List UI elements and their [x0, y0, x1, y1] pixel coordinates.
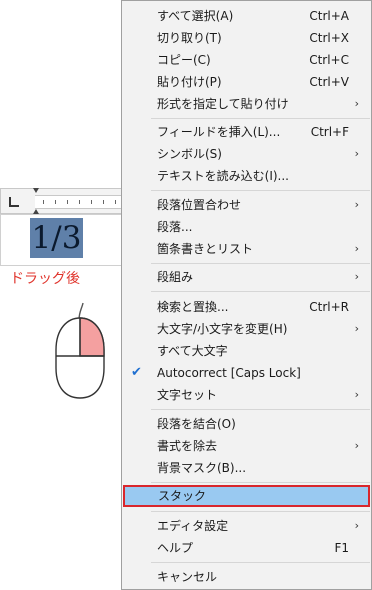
menu-item-label: すべて大文字 — [157, 344, 228, 358]
menu-item-columns[interactable]: 段組み › — [122, 266, 371, 288]
ruler — [0, 188, 123, 214]
menu-item-shortcut: Ctrl+V — [309, 75, 349, 89]
menu-item-label: 段落を結合(O) — [157, 417, 236, 431]
menu-separator — [151, 263, 370, 264]
menu-item-shortcut: Ctrl+C — [309, 53, 349, 67]
menu-item-label: 形式を指定して貼り付け — [157, 97, 289, 111]
mouse-right-click-icon — [55, 302, 105, 399]
menu-item-label: スタック — [158, 489, 207, 503]
menu-item-insert-field[interactable]: フィールドを挿入(L)... Ctrl+F — [122, 121, 371, 143]
submenu-arrow-icon: › — [354, 147, 359, 160]
menu-item-label: 段落位置合わせ — [157, 198, 242, 212]
menu-item-label: テキストを読み込む(I)... — [157, 169, 289, 183]
submenu-arrow-icon: › — [354, 242, 359, 255]
submenu-arrow-icon: › — [354, 439, 359, 452]
menu-item-shortcut: Ctrl+F — [310, 125, 349, 139]
ruler-tick — [79, 200, 80, 204]
menu-item-stack[interactable]: スタック — [123, 485, 370, 507]
menu-item-label: 貼り付け(P) — [157, 75, 222, 89]
menu-item-character-set[interactable]: 文字セット › — [122, 384, 371, 406]
first-indent-marker-icon[interactable] — [33, 188, 39, 193]
menu-item-shortcut: Ctrl+A — [309, 9, 349, 23]
ruler-tick — [67, 200, 68, 204]
selected-text[interactable]: 1/3 — [30, 218, 83, 258]
drag-label: ドラッグ後 — [10, 271, 80, 287]
menu-item-shortcut: F1 — [334, 541, 349, 555]
menu-item-label: シンボル(S) — [157, 147, 222, 161]
menu-item-symbol[interactable]: シンボル(S) › — [122, 143, 371, 165]
submenu-arrow-icon: › — [354, 322, 359, 335]
menu-separator — [151, 190, 370, 191]
menu-item-change-case[interactable]: 大文字/小文字を変更(H) › — [122, 318, 371, 340]
menu-item-clear-formatting[interactable]: 書式を除去 › — [122, 435, 371, 457]
menu-item-label: 書式を除去 — [157, 439, 218, 453]
ruler-tick — [43, 200, 44, 204]
menu-item-import-text[interactable]: テキストを読み込む(I)... — [122, 165, 371, 187]
ruler-track — [35, 195, 123, 209]
menu-item-label: Autocorrect [Caps Lock] — [157, 366, 301, 380]
menu-item-help[interactable]: ヘルプ F1 — [122, 537, 371, 559]
menu-item-paragraph[interactable]: 段落... — [122, 216, 371, 238]
context-menu: すべて選択(A) Ctrl+A 切り取り(T) Ctrl+X コピー(C) Ct… — [121, 0, 372, 590]
menu-item-label: 背景マスク(B)... — [157, 461, 247, 475]
menu-item-cancel[interactable]: キャンセル — [122, 566, 371, 588]
menu-item-bullets-numbering[interactable]: 箇条書きとリスト › — [122, 238, 371, 260]
menu-item-all-caps[interactable]: すべて大文字 — [122, 340, 371, 362]
tab-stop-icon[interactable] — [9, 197, 19, 207]
ruler-tick — [115, 200, 116, 204]
checkmark-icon: ✔ — [131, 365, 142, 380]
menu-item-label: 文字セット — [157, 388, 218, 402]
menu-item-copy[interactable]: コピー(C) Ctrl+C — [122, 49, 371, 71]
ruler-tick — [91, 200, 92, 204]
submenu-arrow-icon: › — [354, 519, 359, 532]
menu-item-label: 箇条書きとリスト — [157, 242, 254, 256]
menu-item-find-replace[interactable]: 検索と置換... Ctrl+R — [122, 296, 371, 318]
menu-item-cut[interactable]: 切り取り(T) Ctrl+X — [122, 27, 371, 49]
menu-separator — [151, 562, 370, 563]
menu-separator — [151, 291, 370, 292]
menu-item-paste-special[interactable]: 形式を指定して貼り付け › — [122, 93, 371, 115]
menu-item-select-all[interactable]: すべて選択(A) Ctrl+A — [122, 5, 371, 27]
menu-item-label: コピー(C) — [157, 53, 211, 67]
menu-item-autocorrect-caps-lock[interactable]: ✔ Autocorrect [Caps Lock] — [122, 362, 371, 384]
ruler-tick — [55, 200, 56, 204]
menu-item-shortcut: Ctrl+R — [309, 300, 349, 314]
menu-separator — [151, 409, 370, 410]
menu-item-label: エディタ設定 — [157, 519, 229, 533]
submenu-arrow-icon: › — [354, 97, 359, 110]
menu-item-shortcut: Ctrl+X — [309, 31, 349, 45]
menu-item-label: キャンセル — [157, 570, 218, 584]
menu-separator — [151, 511, 370, 512]
submenu-arrow-icon: › — [354, 198, 359, 211]
menu-item-label: ヘルプ — [157, 541, 194, 555]
menu-item-editor-settings[interactable]: エディタ設定 › — [122, 515, 371, 537]
menu-separator — [151, 482, 370, 483]
menu-item-paste[interactable]: 貼り付け(P) Ctrl+V — [122, 71, 371, 93]
menu-item-label: 段組み — [157, 270, 194, 284]
menu-item-label: 大文字/小文字を変更(H) — [157, 322, 288, 336]
menu-item-join-paragraphs[interactable]: 段落を結合(O) — [122, 413, 371, 435]
menu-item-label: フィールドを挿入(L)... — [157, 125, 281, 139]
submenu-arrow-icon: › — [354, 270, 359, 283]
menu-item-label: 段落... — [157, 220, 193, 234]
ruler-tick — [103, 200, 104, 204]
submenu-arrow-icon: › — [354, 388, 359, 401]
menu-item-background-mask[interactable]: 背景マスク(B)... — [122, 457, 371, 479]
menu-item-label: すべて選択(A) — [157, 9, 234, 23]
menu-item-paragraph-alignment[interactable]: 段落位置合わせ › — [122, 194, 371, 216]
menu-item-label: 切り取り(T) — [157, 31, 222, 45]
menu-separator — [151, 118, 370, 119]
menu-item-label: 検索と置換... — [157, 300, 229, 314]
